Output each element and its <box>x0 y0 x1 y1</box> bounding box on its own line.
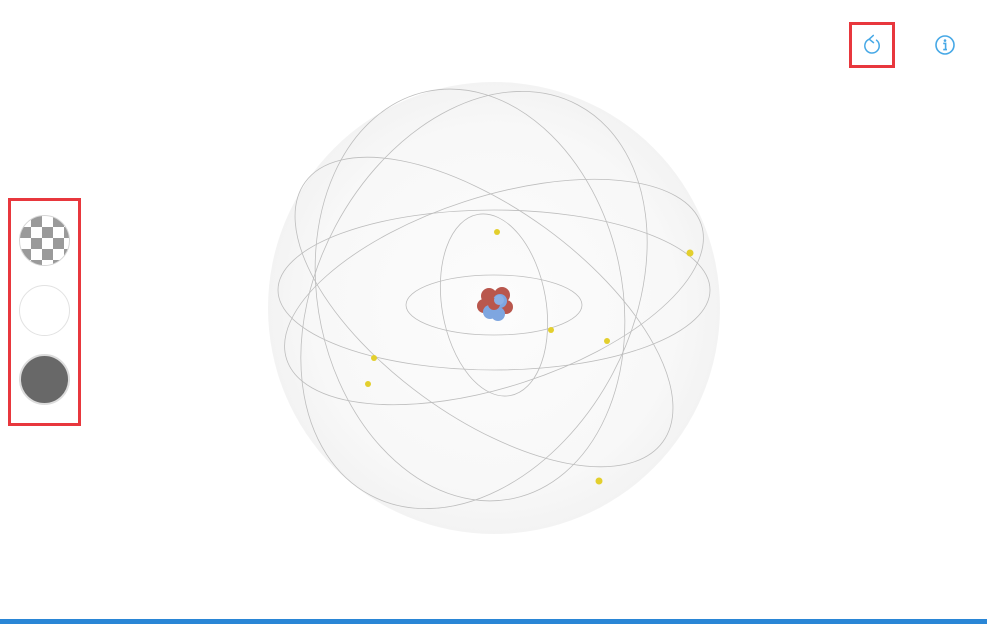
atom-3d-view[interactable] <box>0 0 987 619</box>
electron <box>548 327 554 333</box>
electron <box>365 381 371 387</box>
electron <box>686 249 694 257</box>
electron <box>595 477 603 485</box>
neutron <box>494 295 504 305</box>
electron <box>494 229 500 235</box>
electron <box>604 338 610 344</box>
bottom-accent-bar <box>0 619 987 624</box>
atom-viewer <box>0 0 987 624</box>
electron <box>371 355 377 361</box>
